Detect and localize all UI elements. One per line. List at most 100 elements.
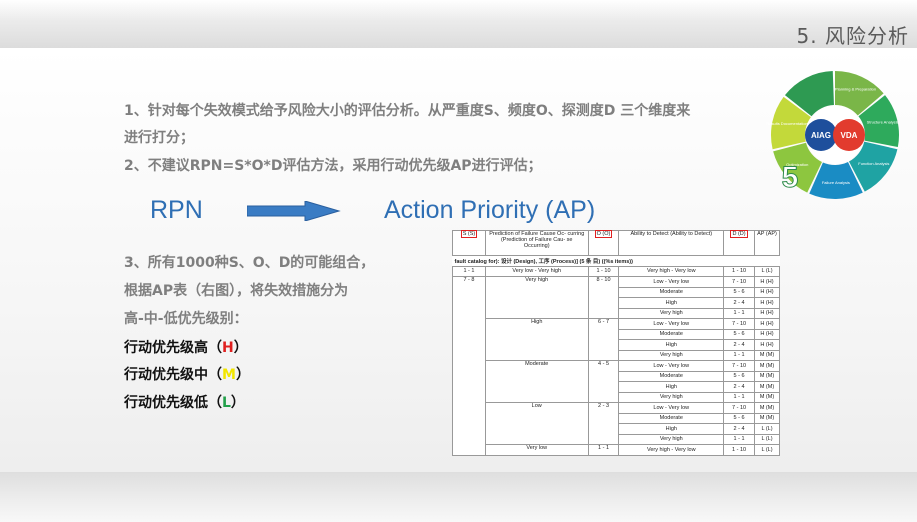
cell-o: 4 - 5 <box>587 360 620 403</box>
cell-d: 7 - 10 <box>723 360 755 372</box>
cell-ap: H (H) <box>754 307 780 319</box>
cell-prediction: Very low <box>484 444 589 456</box>
intro-line-3: 2、不建议RPN=S*O*D评估方法，采用行动优先级AP进行评估； <box>124 158 542 174</box>
table-row: Moderate 4 - 5 Low - Very low 7 - 10 M (M) <box>453 360 780 403</box>
header-bar: 5. 风险分析 <box>0 0 917 48</box>
rpn-label: RPN <box>150 196 203 224</box>
cell-ap: M (M) <box>754 402 780 414</box>
cell-detection: Very high <box>618 391 725 403</box>
logo-segment-label: Results Documentation <box>766 121 807 126</box>
logo-segment-label: Planning & Preparation <box>835 86 876 91</box>
cell-ap: H (H) <box>754 328 780 340</box>
cell-detection: Very high - Very low <box>618 265 725 277</box>
cell-d: 2 - 4 <box>723 423 755 435</box>
cell-detection: Low - Very low <box>618 276 725 288</box>
ap-label: Action Priority (AP) <box>384 196 596 224</box>
cell-ap: H (H) <box>754 297 780 309</box>
cell-detection: High <box>618 423 725 435</box>
logo-number: 5 <box>782 161 799 194</box>
cell-detection: Very high <box>618 433 725 445</box>
header-d: D (D) <box>730 230 748 238</box>
cell-s: 1 - 1 <box>452 265 486 277</box>
cell-ap: M (M) <box>754 349 780 361</box>
cell-prediction: Very low - Very high <box>484 265 589 277</box>
cell-detection: Low - Very low <box>618 360 725 372</box>
table-row: Low 2 - 3 Low - Very low 7 - 10 M (M) <box>453 402 780 445</box>
cell-ap: L (L) <box>754 423 780 435</box>
cell-d: 7 - 10 <box>723 402 755 414</box>
priority-medium: 行动优先级中（M） <box>124 367 250 383</box>
cell-d: 1 - 1 <box>723 391 755 403</box>
table-row: High 6 - 7 Low - Very low 7 - 10 H (H) <box>453 318 780 361</box>
cell-ap: M (M) <box>754 391 780 403</box>
cell-detection: High <box>618 339 725 351</box>
cell-ap: M (M) <box>754 381 780 393</box>
cell-d: 1 - 10 <box>723 265 755 277</box>
table-row: 7 - 8 Very high 8 - 10 Low - Very low 7 - 10… <box>452 276 780 456</box>
table-row: Very low 1 - 1 Very high - Very low 1 - 10 L… <box>453 444 780 456</box>
catalog-row: fault catalog for): 设计 (Design), 工序 (Pro… <box>452 255 780 267</box>
cell-d: 5 - 6 <box>723 286 755 298</box>
cell-detection: Very high - Very low <box>618 444 725 456</box>
cell-prediction: Low <box>484 402 589 445</box>
cell-o: 1 - 10 <box>587 265 620 277</box>
cell-d: 5 - 6 <box>723 370 755 382</box>
cell-prediction: Moderate <box>484 360 589 403</box>
priority-low: 行动优先级低（L） <box>124 395 245 411</box>
logo-segment-label: Failure Analysis <box>822 180 850 185</box>
logo-aiag-text: AIAG <box>811 131 831 140</box>
header-ability: Ability to Detect (Ability to Detect) <box>618 230 725 256</box>
cell-ap: L (L) <box>754 265 780 277</box>
cell-o: 2 - 3 <box>587 402 620 445</box>
cell-detection: Moderate <box>618 412 725 424</box>
cell-detection: Moderate <box>618 328 725 340</box>
aiag-vda-logo: Planning & Preparation Structure Analysis… <box>766 71 899 199</box>
intro-line-2: 进行打分； <box>124 130 194 146</box>
combo-line-1: 3、所有1000种S、O、D的可能组合， <box>124 255 375 271</box>
cell-detection: Low - Very low <box>618 402 725 414</box>
cell-detection: Moderate <box>618 370 725 382</box>
cell-ap: L (L) <box>754 444 780 456</box>
cell-o: 1 - 1 <box>587 444 620 456</box>
cell-detection: Very high <box>618 307 725 319</box>
logo-segment-label: Structure Analysis <box>867 119 899 124</box>
header-prediction: Prediction of Failure Cause Oc- curring … <box>484 230 589 256</box>
cell-ap: H (H) <box>754 286 780 298</box>
cell-o: 6 - 7 <box>587 318 620 361</box>
intro-line-1: 1、针对每个失效模式给予风险大小的评估分析。从严重度S、频度O、探测度D 三个维… <box>124 103 691 119</box>
cell-ap: M (M) <box>754 370 780 382</box>
priority-high: 行动优先级高（H） <box>124 340 248 356</box>
cell-detection: High <box>618 297 725 309</box>
table-row: 1 - 1 Very low - Very high 1 - 10 Very h… <box>452 265 780 277</box>
footer-bar <box>0 472 917 522</box>
cell-d: 7 - 10 <box>723 318 755 330</box>
header-ap: AP (AP) <box>754 230 780 256</box>
logo-vda-text: VDA <box>841 131 858 140</box>
cell-d: 5 - 6 <box>723 412 755 424</box>
cell-d: 7 - 10 <box>723 276 755 288</box>
combo-line-2: 根据AP表（右图），将失效措施分为 <box>124 283 349 299</box>
cell-d: 1 - 1 <box>723 307 755 319</box>
cell-d: 1 - 10 <box>723 444 755 456</box>
cell-d: 2 - 4 <box>723 297 755 309</box>
cell-ap: H (H) <box>754 276 780 288</box>
cell-detection: High <box>618 381 725 393</box>
cell-d: 5 - 6 <box>723 328 755 340</box>
header-s: S (S) <box>460 230 478 238</box>
header-o: O (O) <box>594 230 613 238</box>
cell-d: 1 - 1 <box>723 349 755 361</box>
cell-detection: Moderate <box>618 286 725 298</box>
cell-ap: M (M) <box>754 360 780 372</box>
cell-prediction: High <box>484 318 589 361</box>
cell-prediction: Very high <box>484 276 589 319</box>
ap-table: S (S) Prediction of Failure Cause Oc- cu… <box>452 230 780 456</box>
cell-ap: L (L) <box>754 433 780 445</box>
cell-d: 2 - 4 <box>723 381 755 393</box>
cell-ap: H (H) <box>754 318 780 330</box>
cell-d: 2 - 4 <box>723 339 755 351</box>
cell-o: 8 - 10 <box>587 276 620 319</box>
cell-d: 1 - 1 <box>723 433 755 445</box>
arrow-right-icon <box>247 201 341 221</box>
combo-line-3: 高-中-低优先级别： <box>124 311 248 327</box>
logo-segment-label: Function Analysis <box>858 161 889 166</box>
